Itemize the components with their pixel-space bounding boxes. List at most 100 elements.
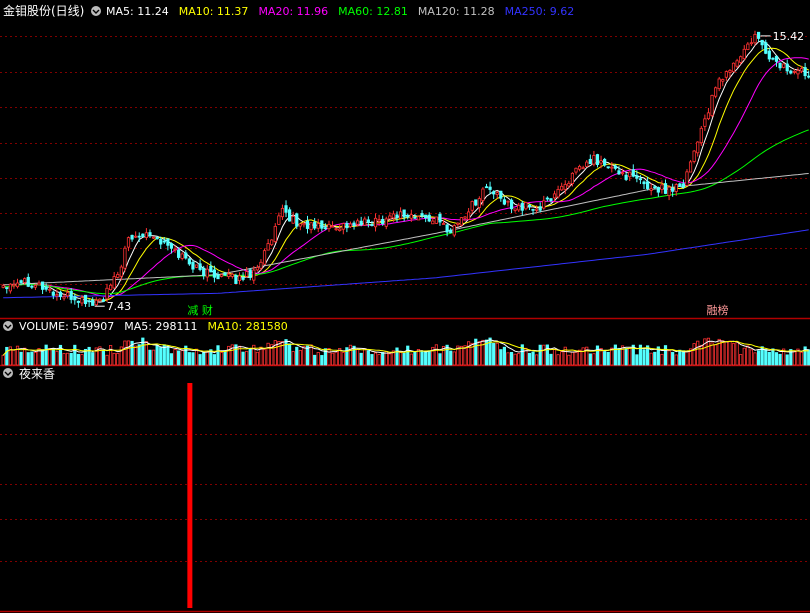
candle[interactable] bbox=[452, 224, 456, 238]
candle[interactable] bbox=[30, 284, 34, 290]
candle[interactable] bbox=[130, 234, 134, 242]
candle[interactable] bbox=[359, 216, 363, 227]
candle[interactable] bbox=[112, 272, 116, 290]
candle[interactable] bbox=[277, 212, 281, 225]
stock-chart[interactable]: 减 财 融榜 金钼股份(日线) MA5: 11.24 MA10: 11.37 MA20… bbox=[0, 0, 810, 613]
candle[interactable] bbox=[746, 42, 750, 51]
candle[interactable] bbox=[466, 208, 471, 220]
candle[interactable] bbox=[373, 213, 378, 232]
candle[interactable] bbox=[749, 37, 754, 46]
candle[interactable] bbox=[395, 211, 399, 223]
candle[interactable] bbox=[699, 125, 703, 146]
candle[interactable] bbox=[577, 164, 582, 172]
candle[interactable] bbox=[58, 290, 63, 300]
candle[interactable] bbox=[69, 288, 73, 304]
candle[interactable] bbox=[348, 221, 353, 228]
candle[interactable] bbox=[284, 200, 288, 218]
candle[interactable] bbox=[287, 207, 292, 222]
candle[interactable] bbox=[327, 220, 331, 232]
candle[interactable] bbox=[126, 236, 131, 252]
candle[interactable] bbox=[495, 190, 499, 199]
settings-icon[interactable] bbox=[91, 6, 101, 16]
candle[interactable] bbox=[631, 164, 635, 178]
candle[interactable] bbox=[449, 228, 453, 234]
candle[interactable] bbox=[270, 239, 274, 247]
candle[interactable] bbox=[191, 259, 195, 273]
candle[interactable] bbox=[26, 273, 30, 288]
candle[interactable] bbox=[305, 215, 310, 234]
candle[interactable] bbox=[628, 171, 632, 182]
candle[interactable] bbox=[714, 86, 718, 99]
candle[interactable] bbox=[778, 62, 782, 71]
candle[interactable] bbox=[273, 223, 277, 244]
volume-settings-icon[interactable] bbox=[3, 321, 13, 331]
candle[interactable] bbox=[352, 220, 356, 230]
candle[interactable] bbox=[470, 200, 474, 214]
candle[interactable] bbox=[338, 223, 342, 232]
candle[interactable] bbox=[205, 264, 209, 282]
candle[interactable] bbox=[477, 196, 481, 213]
candle[interactable] bbox=[438, 211, 442, 226]
candle[interactable] bbox=[756, 31, 761, 42]
candle[interactable] bbox=[398, 207, 403, 220]
candle[interactable] bbox=[252, 266, 256, 284]
candle[interactable] bbox=[194, 264, 199, 269]
candle[interactable] bbox=[316, 218, 320, 233]
candle[interactable] bbox=[406, 213, 410, 220]
candle[interactable] bbox=[681, 179, 686, 189]
candle[interactable] bbox=[227, 268, 231, 280]
candle[interactable] bbox=[51, 290, 55, 300]
candle[interactable] bbox=[459, 217, 464, 227]
candle[interactable] bbox=[545, 196, 549, 202]
candle[interactable] bbox=[116, 271, 120, 279]
signal-bar[interactable] bbox=[187, 383, 193, 608]
candle[interactable] bbox=[198, 259, 202, 272]
candle[interactable] bbox=[692, 150, 696, 164]
candle[interactable] bbox=[155, 236, 159, 240]
candle[interactable] bbox=[789, 69, 793, 75]
candle[interactable] bbox=[595, 153, 600, 168]
candle[interactable] bbox=[517, 202, 521, 213]
candle[interactable] bbox=[509, 198, 514, 214]
candle[interactable] bbox=[330, 221, 335, 228]
candle[interactable] bbox=[12, 280, 16, 289]
candle[interactable] bbox=[223, 271, 227, 276]
candle[interactable] bbox=[295, 212, 299, 230]
candle[interactable] bbox=[320, 220, 324, 232]
candle[interactable] bbox=[488, 181, 492, 195]
candle[interactable] bbox=[549, 198, 553, 203]
candle[interactable] bbox=[803, 62, 807, 80]
candle[interactable] bbox=[731, 62, 736, 73]
candle[interactable] bbox=[83, 294, 88, 307]
candle[interactable] bbox=[255, 264, 259, 272]
candle[interactable] bbox=[585, 159, 589, 168]
indicator-settings-icon[interactable] bbox=[3, 368, 13, 378]
candle[interactable] bbox=[15, 278, 20, 289]
candle[interactable] bbox=[753, 30, 757, 46]
candle[interactable] bbox=[402, 209, 406, 222]
candle[interactable] bbox=[696, 141, 700, 157]
candle[interactable] bbox=[416, 216, 421, 221]
candle[interactable] bbox=[309, 222, 313, 234]
candle[interactable] bbox=[474, 199, 478, 207]
candle[interactable] bbox=[649, 183, 653, 196]
candle[interactable] bbox=[134, 231, 138, 239]
candle[interactable] bbox=[363, 216, 367, 226]
event-tag[interactable]: 融榜 bbox=[706, 303, 728, 317]
candle[interactable] bbox=[767, 47, 771, 62]
candle[interactable] bbox=[266, 239, 270, 251]
candle[interactable] bbox=[771, 57, 775, 61]
candle[interactable] bbox=[492, 190, 496, 200]
candle[interactable] bbox=[574, 167, 578, 175]
candle[interactable] bbox=[592, 150, 596, 167]
candle[interactable] bbox=[8, 283, 12, 294]
event-tag[interactable]: 减 财 bbox=[187, 303, 213, 317]
candle[interactable] bbox=[588, 154, 592, 165]
volume-bars[interactable] bbox=[1, 337, 810, 366]
candle[interactable] bbox=[710, 94, 714, 118]
candle[interactable] bbox=[660, 180, 664, 194]
candle[interactable] bbox=[581, 165, 585, 170]
candle[interactable] bbox=[796, 67, 800, 79]
candle[interactable] bbox=[216, 271, 220, 280]
candle[interactable] bbox=[685, 169, 689, 187]
